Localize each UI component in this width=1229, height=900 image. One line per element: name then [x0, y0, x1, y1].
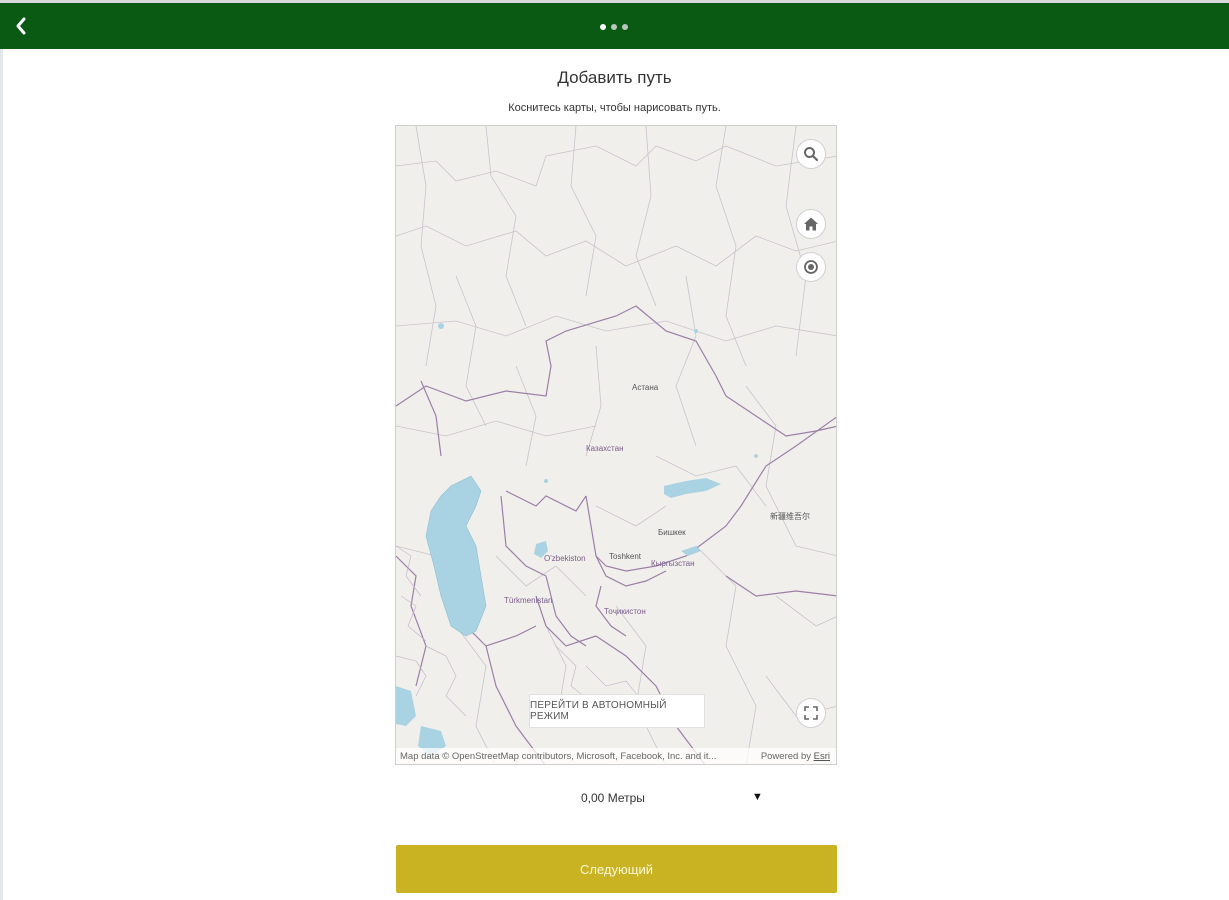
- distance-unit-select[interactable]: 0,00 Метры ▼: [395, 785, 837, 815]
- map-label-astana: Астана: [632, 383, 659, 392]
- chevron-left-icon: [16, 17, 26, 35]
- map-attribution: Map data © OpenStreetMap contributors, M…: [396, 748, 836, 764]
- back-button[interactable]: [8, 11, 34, 41]
- map-fullscreen-button[interactable]: [796, 698, 826, 728]
- home-icon: [804, 217, 818, 231]
- map-view[interactable]: Астана Казахстан O'zbekiston Türkmenista…: [395, 125, 837, 765]
- top-bar: [0, 0, 1229, 49]
- fullscreen-icon: [804, 706, 818, 720]
- search-icon: [804, 147, 819, 162]
- map-label-xinjiang: 新疆维吾尔: [770, 512, 810, 521]
- distance-value: 0,00 Метры: [581, 791, 645, 805]
- map-label-kyrgyzstan: Кыргызстан: [651, 559, 695, 568]
- map-label-turkmenistan: Türkmenistan: [504, 596, 553, 605]
- next-button[interactable]: Следующий: [396, 845, 837, 893]
- step-indicator: [600, 24, 628, 30]
- map-label-kazakhstan: Казахстан: [586, 444, 624, 453]
- attribution-text: Map data © OpenStreetMap contributors, M…: [400, 750, 717, 762]
- step-dot-2: [611, 24, 617, 30]
- map-home-button[interactable]: [796, 209, 826, 239]
- map-label-uzbekistan: O'zbekiston: [544, 554, 586, 563]
- map-label-bishkek: Бишкек: [658, 528, 686, 537]
- map-label-tajikistan: Тоҷикистон: [604, 607, 646, 616]
- map-search-button[interactable]: [796, 139, 826, 169]
- esri-link[interactable]: Esri: [814, 751, 830, 762]
- page-subtitle: Коснитесь карты, чтобы нарисовать путь.: [508, 102, 721, 114]
- step-dot-1: [600, 24, 606, 30]
- step-dot-3: [622, 24, 628, 30]
- page-title: Добавить путь: [557, 68, 672, 87]
- offline-mode-button[interactable]: ПЕРЕЙТИ В АВТОНОМНЫЙ РЕЖИМ: [529, 694, 705, 728]
- map-label-tashkent: Toshkent: [609, 552, 642, 561]
- powered-by: Powered by Esri: [761, 751, 830, 762]
- map-locate-button[interactable]: [796, 252, 826, 282]
- dropdown-arrow-icon: ▼: [752, 791, 763, 803]
- locate-icon: [804, 260, 818, 274]
- left-edge: [0, 49, 3, 900]
- powered-by-text: Powered by: [760, 750, 814, 762]
